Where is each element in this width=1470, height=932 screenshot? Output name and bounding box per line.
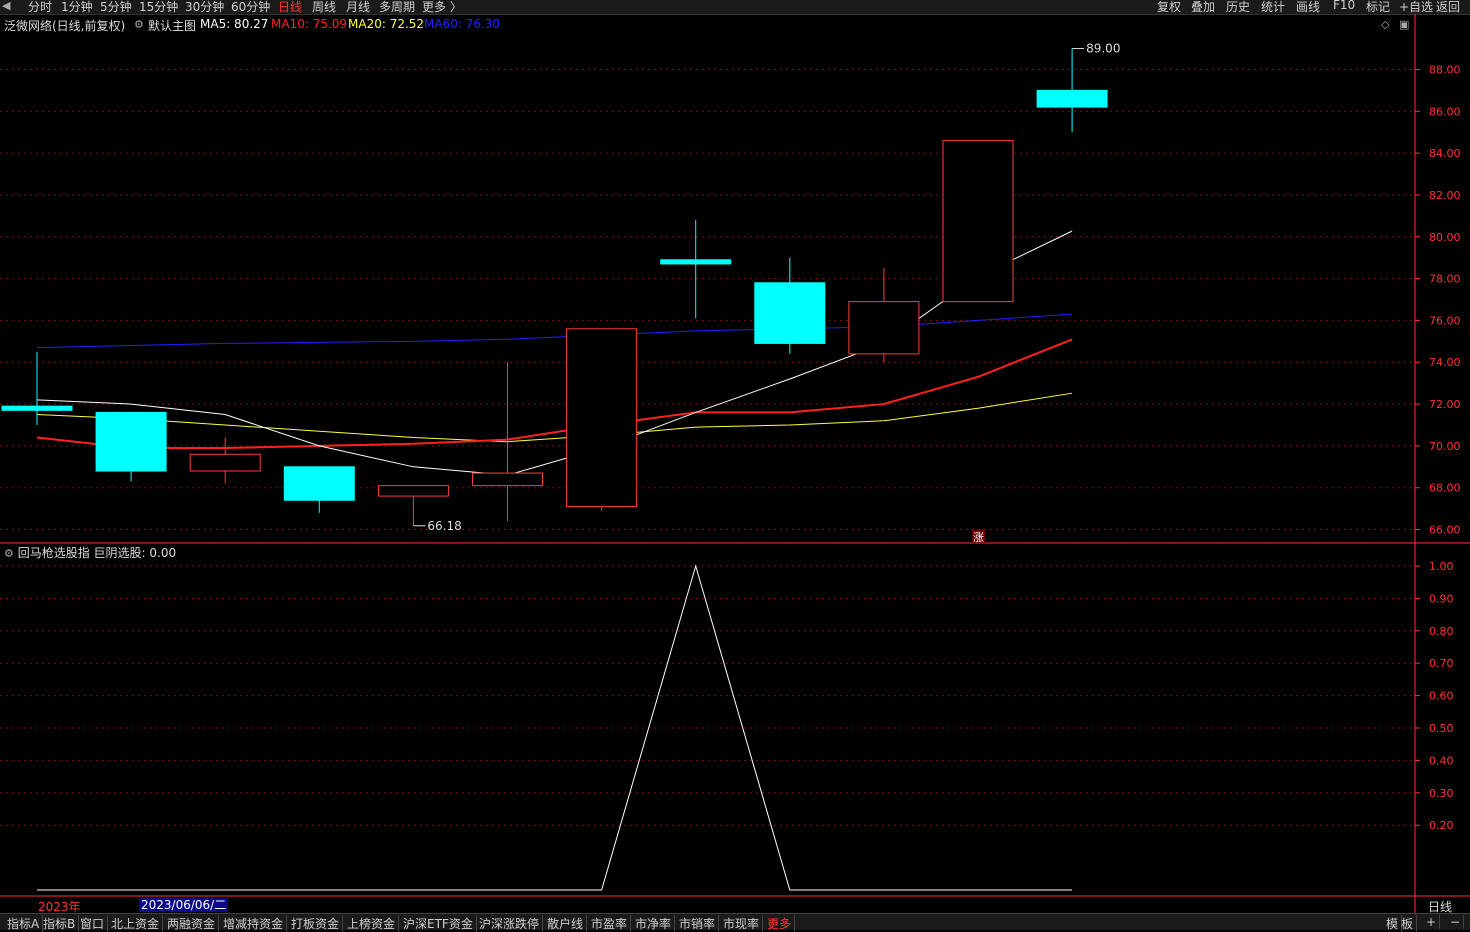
indicator-tick-label: 0.50: [1429, 722, 1454, 735]
price-tick-label: 68.00: [1429, 482, 1461, 495]
indicator-tab-6[interactable]: 打板资金: [288, 915, 344, 932]
panel-control-2[interactable]: +: [1423, 915, 1441, 929]
panel-control-3[interactable]: −: [1447, 915, 1465, 929]
settings-icon[interactable]: ⚙: [4, 547, 14, 560]
indicator-tab-3[interactable]: 北上资金: [108, 915, 164, 932]
indicator-tab-1[interactable]: 指标B: [40, 915, 80, 932]
indicator-title: 回马枪选股指 巨阴选股: 0.00: [17, 546, 177, 560]
indicator-tick-label: 0.80: [1429, 625, 1454, 638]
candle-body: [566, 328, 638, 508]
price-tick-label: 66.00: [1429, 524, 1461, 537]
indicator-tab-2[interactable]: 窗口: [77, 915, 109, 932]
indicator-tab-4[interactable]: 两融资金: [164, 915, 220, 932]
price-tick-label: 70.00: [1429, 440, 1461, 453]
indicator-tab-15[interactable]: 更多: [764, 915, 796, 932]
indicator-tab-7[interactable]: 上榜资金: [344, 915, 400, 932]
price-tick-label: 78.00: [1429, 273, 1461, 286]
candle-body: [189, 453, 261, 472]
extreme-label: 89.00: [1086, 42, 1120, 56]
price-tick-label: 76.00: [1429, 314, 1461, 327]
candle-body: [95, 411, 167, 472]
candle-body: [1, 405, 73, 411]
kline-chart[interactable]: 88.00 86.00 84.00 82.00 80.00 78.00 76.00 74.00…: [0, 0, 1470, 929]
indicator-tick-label: 0.30: [1429, 787, 1454, 800]
indicator-title-row: ⚙ 回马枪选股指 巨阴选股: 0.00: [4, 544, 176, 561]
rise-marker: 涨: [973, 531, 984, 544]
indicator-tab-11[interactable]: 市盈率: [588, 915, 632, 932]
candle-body: [377, 485, 449, 497]
indicator-tick-label: 0.60: [1429, 690, 1454, 703]
candle-body: [848, 301, 920, 355]
indicator-tab-10[interactable]: 散户线: [544, 915, 588, 932]
ma20-line: [36, 392, 1073, 443]
indicator-tick-label: 0.70: [1429, 657, 1454, 670]
extreme-label: 66.18: [427, 519, 461, 533]
price-tick-label: 72.00: [1429, 398, 1461, 411]
candle-body: [942, 140, 1014, 303]
price-tick-label: 88.00: [1429, 63, 1461, 76]
indicator-tab-12[interactable]: 市净率: [632, 915, 676, 932]
candle-body: [472, 472, 543, 487]
indicator-tick-label: 1.00: [1429, 560, 1454, 573]
indicator-tab-14[interactable]: 市现率: [720, 915, 764, 932]
price-tick-label: 74.00: [1429, 356, 1461, 369]
indicator-tab-0[interactable]: 指标A: [4, 915, 44, 932]
candle-body: [754, 282, 826, 344]
indicator-tab-bar: 指标A 指标B 窗口 北上资金 两融资金 增减持资金 打板资金 上榜资金 沪深ETF资金 沪深涨跌…: [0, 913, 1470, 932]
candle-body: [1036, 89, 1108, 108]
indicator-tick-label: 0.20: [1429, 819, 1454, 832]
indicator-tick-label: 0.90: [1429, 592, 1454, 605]
candle-body: [660, 259, 732, 265]
price-tick-label: 80.00: [1429, 231, 1461, 244]
indicator-tick-label: 0.40: [1429, 754, 1454, 767]
candle-body: [283, 466, 355, 501]
price-tick-label: 82.00: [1429, 189, 1461, 202]
indicator-tab-13[interactable]: 市销率: [676, 915, 720, 932]
price-tick-label: 84.00: [1429, 147, 1461, 160]
panel-control-1[interactable]: 板: [1398, 915, 1418, 932]
price-tick-label: 86.00: [1429, 105, 1461, 118]
ma10-line: [36, 338, 1073, 449]
indicator-tab-9[interactable]: 沪深涨跌停: [476, 915, 544, 932]
indicator-tab-8[interactable]: 沪深ETF资金: [400, 915, 477, 932]
date-cursor-label: 2023/06/06/二: [139, 898, 229, 912]
indicator-tab-5[interactable]: 增减持资金: [220, 915, 288, 932]
